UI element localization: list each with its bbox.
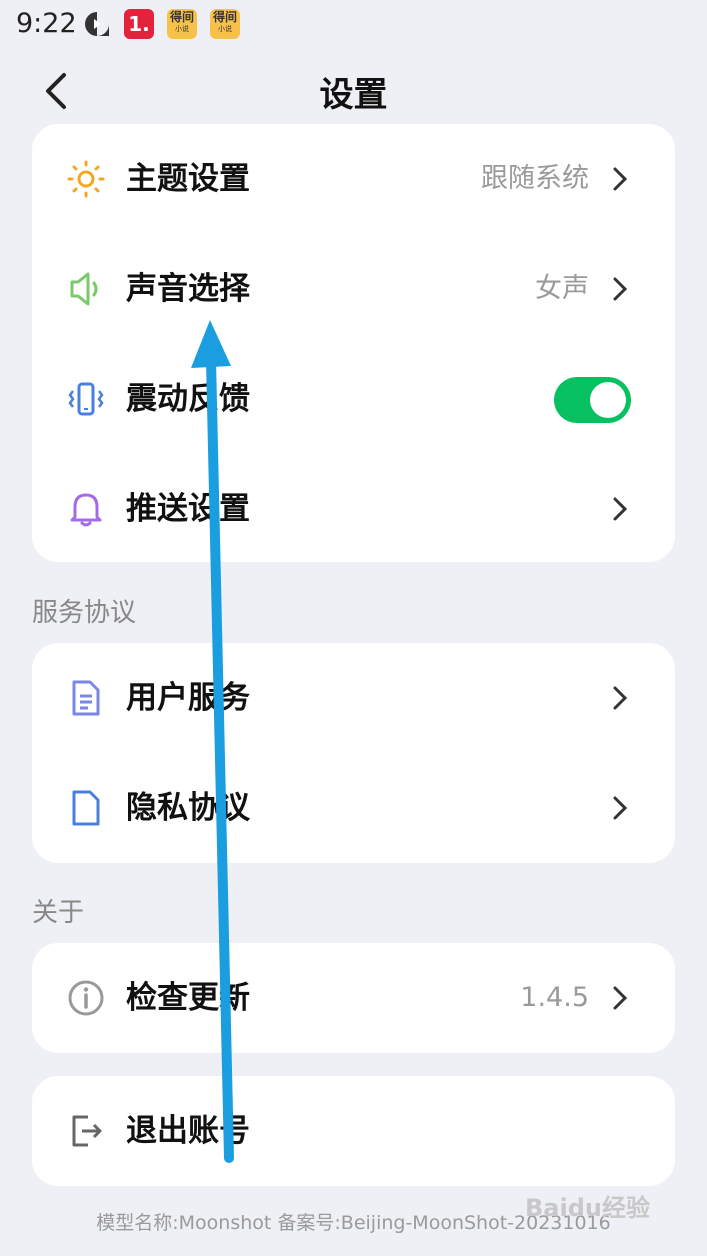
theme-setting-value: 跟随系统 xyxy=(481,163,589,194)
toggle-knob xyxy=(590,382,626,418)
chevron-right-icon xyxy=(613,796,628,820)
app-badge-text: 1. xyxy=(128,12,150,36)
push-setting-row[interactable]: 推送设置 xyxy=(32,454,675,564)
about-card: 检查更新 1.4.5 xyxy=(32,943,675,1053)
privacy-label: 隐私协议 xyxy=(126,790,250,826)
logout-row[interactable]: 退出账号 xyxy=(32,1076,675,1186)
chevron-right-icon xyxy=(613,686,628,710)
chevron-right-icon xyxy=(613,277,628,301)
user-service-label: 用户服务 xyxy=(126,680,250,716)
novel-app-sub: 小说 xyxy=(175,25,189,33)
vibration-setting-label: 震动反馈 xyxy=(126,381,250,417)
privacy-row[interactable]: 隐私协议 xyxy=(32,753,675,863)
logout-label: 退出账号 xyxy=(126,1113,250,1149)
novel-app-icon: 得间 小说 xyxy=(167,9,197,39)
push-setting-label: 推送设置 xyxy=(126,491,250,527)
about-section-title: 关于 xyxy=(32,898,85,928)
sun-icon xyxy=(67,160,105,198)
check-update-row[interactable]: 检查更新 1.4.5 xyxy=(32,943,675,1053)
novel-app-label-2: 得间 xyxy=(212,10,237,24)
theme-setting-row[interactable]: 主题设置 跟随系统 xyxy=(32,124,675,234)
file-icon xyxy=(72,790,100,826)
theme-setting-label: 主题设置 xyxy=(126,161,250,197)
chevron-right-icon xyxy=(613,497,628,521)
chevron-right-icon xyxy=(613,167,628,191)
chat-app-icon xyxy=(85,12,109,36)
document-icon xyxy=(72,680,100,716)
app-badge-icon: 1. xyxy=(124,9,154,39)
check-update-label: 检查更新 xyxy=(126,980,250,1016)
watermark: Baidu经验 xyxy=(525,1194,650,1222)
voice-setting-row[interactable]: 声音选择 女声 xyxy=(32,234,675,344)
voice-setting-value: 女声 xyxy=(535,273,589,304)
header: 设置 xyxy=(0,55,707,125)
vibration-toggle[interactable] xyxy=(554,377,631,423)
service-section-title: 服务协议 xyxy=(32,598,137,628)
general-settings-card: 主题设置 跟随系统 声音选择 女声 震动反馈 推送设置 xyxy=(32,124,675,562)
novel-app-icon-2: 得间 小说 xyxy=(210,9,240,39)
logout-icon xyxy=(72,1115,102,1147)
service-card: 用户服务 隐私协议 xyxy=(32,643,675,863)
chevron-right-icon xyxy=(613,986,628,1010)
user-service-row[interactable]: 用户服务 xyxy=(32,643,675,753)
bell-icon xyxy=(70,493,102,527)
speaker-icon xyxy=(70,272,98,306)
vibration-icon xyxy=(68,382,104,416)
logout-card: 退出账号 xyxy=(32,1076,675,1186)
novel-app-label: 得间 xyxy=(169,10,194,24)
novel-app-sub-2: 小说 xyxy=(218,25,232,33)
version-value: 1.4.5 xyxy=(520,982,589,1013)
page-title: 设置 xyxy=(319,75,388,115)
status-time: 9:22 xyxy=(16,8,77,39)
status-bar: 9:22 1. 得间 小说 得间 小说 xyxy=(0,0,707,50)
vibration-setting-row: 震动反馈 xyxy=(32,344,675,454)
voice-setting-label: 声音选择 xyxy=(126,271,250,307)
info-icon xyxy=(68,980,104,1016)
